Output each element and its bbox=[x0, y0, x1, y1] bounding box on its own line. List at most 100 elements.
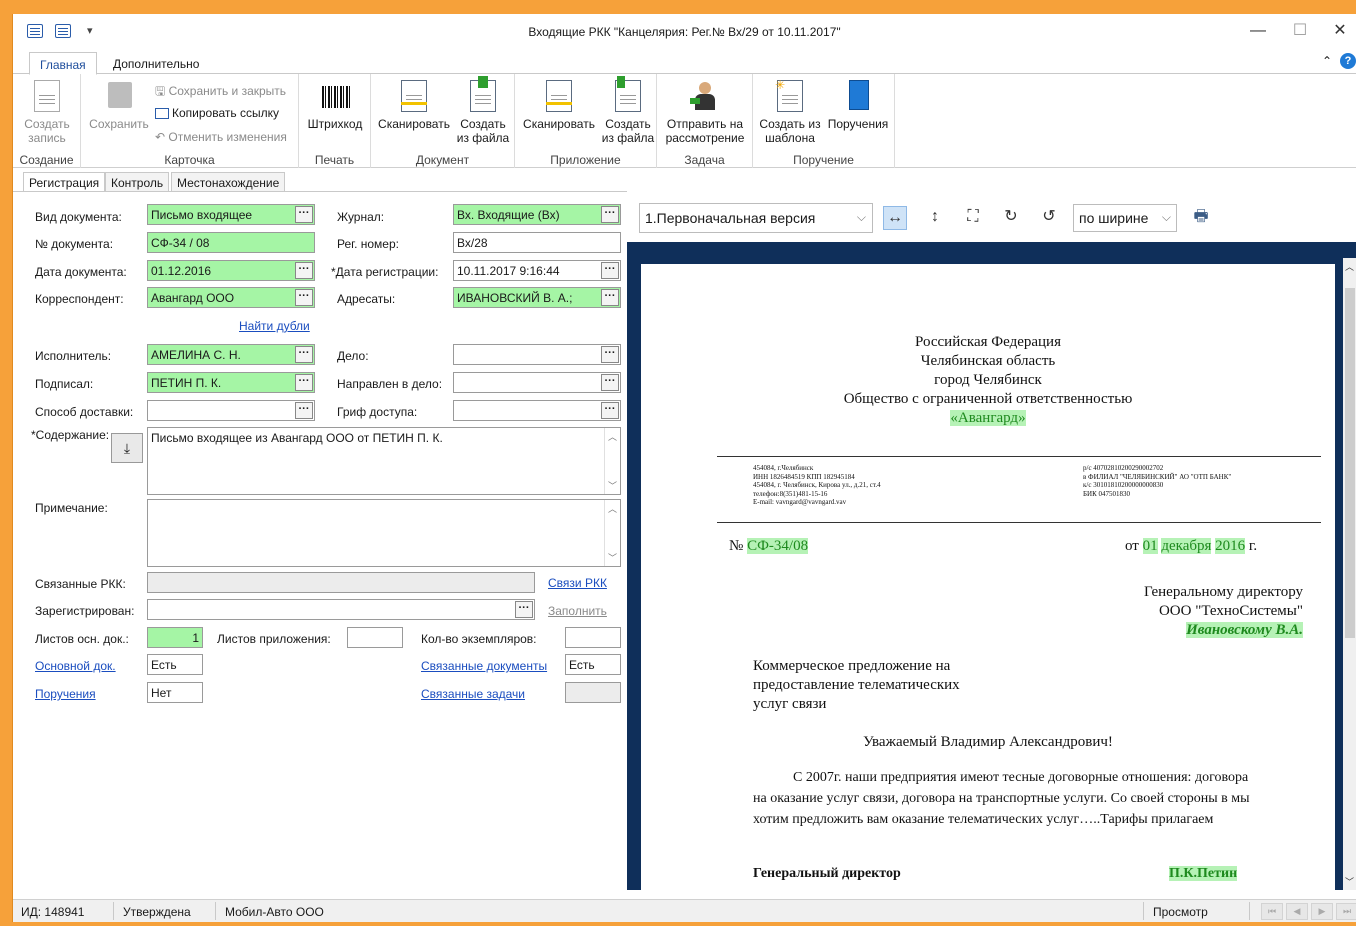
executor-field[interactable]: АМЕЛИНА С. Н. ··· bbox=[147, 344, 315, 365]
group-task: Отправить на рассмотрение Задача bbox=[657, 74, 753, 168]
create-record-button[interactable]: Создать запись bbox=[19, 80, 75, 145]
zoom-select[interactable]: по ширине ⌵ bbox=[1073, 204, 1177, 232]
nav-prev-icon[interactable]: ◀ bbox=[1286, 903, 1308, 920]
rotate-right-icon[interactable]: ↻ bbox=[999, 206, 1023, 230]
doc-date-picker-button[interactable]: ··· bbox=[295, 262, 313, 279]
fill-registered-link[interactable]: Заполнить bbox=[548, 604, 607, 618]
linked-rkk-link[interactable]: Связи РКК bbox=[548, 576, 607, 590]
main-doc-link[interactable]: Основной док. bbox=[35, 659, 116, 673]
save-close-button[interactable]: 🖫 Сохранить и закрыть bbox=[155, 82, 286, 103]
collapse-ribbon-icon[interactable]: ⌃ bbox=[1322, 54, 1332, 68]
registered-in-field[interactable]: ··· bbox=[147, 599, 535, 620]
signed-picker-button[interactable]: ··· bbox=[295, 374, 313, 391]
fit-height-icon[interactable]: ↕ bbox=[923, 206, 947, 230]
help-icon[interactable]: ? bbox=[1340, 53, 1356, 69]
tab-extra[interactable]: Дополнительно bbox=[103, 52, 209, 75]
sent-to-case-field[interactable]: ··· bbox=[453, 372, 621, 393]
addressees-field[interactable]: ИВАНОВСКИЙ В. А.; ··· bbox=[453, 287, 621, 308]
case-picker-button[interactable]: ··· bbox=[601, 346, 619, 363]
scroll-down-icon[interactable]: ﹀ bbox=[1345, 875, 1354, 888]
signed-field[interactable]: ПЕТИН П. К. ··· bbox=[147, 372, 315, 393]
linked-rkk-label: Связанные РКК: bbox=[35, 577, 126, 591]
fit-width-icon[interactable]: ↔ bbox=[883, 206, 907, 230]
minimize-button[interactable]: — bbox=[1244, 20, 1272, 42]
doc-type-picker-button[interactable]: ··· bbox=[295, 206, 313, 223]
delivery-field[interactable]: ··· bbox=[147, 400, 315, 421]
assignments-link[interactable]: Поручения bbox=[35, 687, 96, 701]
note-textarea[interactable]: ︿ ﹀ bbox=[147, 499, 621, 567]
print-icon[interactable]: 🖶 bbox=[1189, 206, 1213, 230]
cancel-changes-button[interactable]: ↶ Отменить изменения bbox=[155, 130, 287, 144]
attach-from-file-label: Создать из файла bbox=[601, 117, 655, 145]
scroll-up-icon[interactable]: ︿ bbox=[1345, 260, 1354, 273]
assignments-label: Поручения bbox=[827, 117, 889, 131]
version-select[interactable]: 1.Первоначальная версия ⌵ bbox=[639, 203, 873, 233]
assignments-button[interactable]: Поручения bbox=[825, 80, 891, 131]
nav-first-icon[interactable]: ⏮ bbox=[1261, 903, 1283, 920]
save-button[interactable]: Сохранить bbox=[87, 80, 151, 131]
content-textarea[interactable]: Письмо входящее из Авангард ООО от ПЕТИН… bbox=[147, 427, 621, 495]
related-tasks-link[interactable]: Связанные задачи bbox=[421, 687, 525, 701]
scan-document-label: Сканировать bbox=[378, 117, 450, 131]
viewer-scrollbar[interactable]: ︿ ﹀ bbox=[1343, 258, 1356, 890]
letter-rule-top bbox=[717, 456, 1321, 457]
fit-page-icon[interactable]: ⛶ bbox=[961, 206, 985, 230]
doc-number-field[interactable]: СФ-34 / 08 bbox=[147, 232, 315, 253]
save-label: Сохранить bbox=[89, 117, 149, 131]
document-viewer[interactable]: Российская Федерация Челябинская область… bbox=[627, 242, 1356, 890]
letter-subject-2: предоставление телематических bbox=[753, 677, 960, 693]
create-from-file-button[interactable]: Создать из файла bbox=[455, 76, 511, 145]
letter-left-info: 454084, г.Челябинск ИНН 1826484519 КПП 1… bbox=[753, 464, 881, 507]
content-label: *Содержание: bbox=[31, 428, 110, 442]
tab-location[interactable]: Местонахождение bbox=[171, 172, 286, 192]
sent-to-case-picker-button[interactable]: ··· bbox=[601, 374, 619, 391]
group-create-label: Создание bbox=[19, 153, 74, 167]
case-field[interactable]: ··· bbox=[453, 344, 621, 365]
content-value: Письмо входящее из Авангард ООО от ПЕТИН… bbox=[151, 431, 443, 445]
delivery-picker-button[interactable]: ··· bbox=[295, 402, 313, 419]
correspondent-field[interactable]: Авангард ООО ··· bbox=[147, 287, 315, 308]
attach-sheets-field[interactable] bbox=[347, 627, 403, 648]
tab-main[interactable]: Главная bbox=[29, 52, 97, 75]
nav-next-icon[interactable]: ▶ bbox=[1311, 903, 1333, 920]
scan-document-button[interactable]: Сканировать bbox=[375, 80, 453, 131]
reg-date-picker-button[interactable]: ··· bbox=[601, 262, 619, 279]
doc-date-field[interactable]: 01.12.2016 ··· bbox=[147, 260, 315, 281]
reg-number-label: Рег. номер: bbox=[337, 237, 399, 251]
note-scrollbar[interactable]: ︿ ﹀ bbox=[604, 500, 620, 566]
reg-number-field[interactable]: Вх/28 bbox=[453, 232, 621, 253]
close-button[interactable]: ✕ bbox=[1326, 20, 1354, 42]
send-for-review-button[interactable]: Отправить на рассмотрение bbox=[661, 80, 749, 145]
chevron-down-icon: ⌵ bbox=[856, 210, 866, 224]
attach-from-file-button[interactable]: Создать из файла bbox=[601, 76, 655, 145]
barcode-button[interactable]: Штрихкод bbox=[305, 80, 365, 131]
access-field[interactable]: ··· bbox=[453, 400, 621, 421]
letter-sign-name-text: П.К.Петин bbox=[1169, 866, 1238, 881]
subtabs-divider bbox=[13, 191, 627, 192]
tab-control[interactable]: Контроль bbox=[105, 172, 170, 192]
journal-picker-button[interactable]: ··· bbox=[601, 206, 619, 223]
fill-content-icon[interactable]: ⤓ bbox=[111, 433, 143, 463]
find-duplicates-link[interactable]: Найти дубли bbox=[239, 319, 310, 333]
doc-type-field[interactable]: Письмо входящее ··· bbox=[147, 204, 315, 225]
tab-registration[interactable]: Регистрация bbox=[23, 172, 106, 192]
maximize-button[interactable]: ☐ bbox=[1286, 20, 1314, 42]
viewer-scroll-thumb[interactable] bbox=[1345, 288, 1355, 638]
copies-field[interactable] bbox=[565, 627, 621, 648]
related-docs-link[interactable]: Связанные документы bbox=[421, 659, 547, 673]
create-from-template-button[interactable]: ✳ Создать из шаблона bbox=[757, 78, 823, 145]
access-picker-button[interactable]: ··· bbox=[601, 402, 619, 419]
main-sheets-field[interactable]: 1 bbox=[147, 627, 203, 648]
journal-field[interactable]: Вх. Входящие (Вх) ··· bbox=[453, 204, 621, 225]
rotate-left-icon[interactable]: ↺ bbox=[1037, 206, 1061, 230]
registered-in-picker-button[interactable]: ··· bbox=[515, 601, 533, 618]
signed-value: ПЕТИН П. К. bbox=[151, 376, 222, 390]
nav-last-icon[interactable]: ⏭ bbox=[1336, 903, 1356, 920]
addressees-picker-button[interactable]: ··· bbox=[601, 289, 619, 306]
scan-attachment-button[interactable]: Сканировать bbox=[519, 80, 599, 131]
executor-picker-button[interactable]: ··· bbox=[295, 346, 313, 363]
correspondent-picker-button[interactable]: ··· bbox=[295, 289, 313, 306]
content-scrollbar[interactable]: ︿ ﹀ bbox=[604, 428, 620, 494]
copy-link-button[interactable]: Копировать ссылку bbox=[155, 106, 279, 120]
reg-date-field[interactable]: 10.11.2017 9:16:44 ··· bbox=[453, 260, 621, 281]
